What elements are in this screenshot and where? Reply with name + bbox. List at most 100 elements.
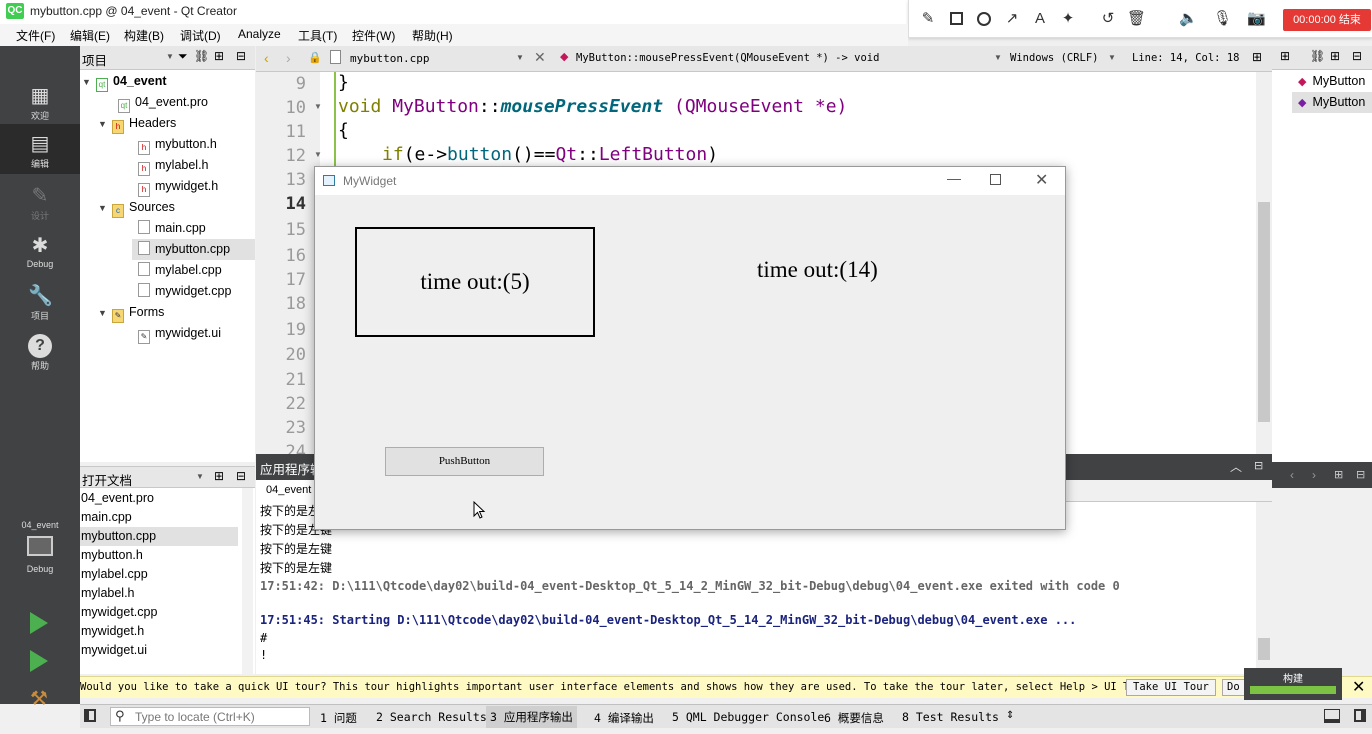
list-item[interactable]: mywidget.cpp [80, 603, 238, 622]
pane-compile-output[interactable]: 4 编译输出 [594, 710, 654, 726]
trash-icon[interactable]: 🗑 [1127, 10, 1146, 28]
rect-icon[interactable] [947, 10, 965, 28]
tree-item-sources[interactable]: ▼ c Sources [98, 197, 175, 218]
menu-analyze[interactable]: Analyze [238, 27, 281, 41]
mode-edit[interactable]: ▤ 编辑 [0, 124, 80, 174]
list-item[interactable]: main.cpp [80, 508, 238, 527]
close-pane-icon[interactable]: ⊟ [1254, 459, 1263, 472]
menu-edit[interactable]: 编辑(E) [70, 27, 110, 44]
kit-selector[interactable]: 04_event Debug [0, 520, 80, 574]
vertical-scrollbar[interactable] [1256, 502, 1272, 674]
close-pane-icon[interactable]: ⊟ [236, 469, 246, 483]
toggle-right-sidebar-icon[interactable] [1354, 709, 1366, 722]
link-icon[interactable]: ⛓ [194, 49, 209, 63]
menu-help[interactable]: 帮助(H) [412, 27, 453, 44]
split-icon[interactable]: ⊞ [1330, 49, 1340, 63]
expand-arrow-icon[interactable]: ▼ [98, 303, 112, 324]
tab-output-04-event[interactable]: 04_event [256, 480, 322, 502]
arrow-icon[interactable]: ↗ [1003, 10, 1021, 28]
expand-arrow-icon[interactable]: ▼ [82, 72, 96, 93]
menu-debug[interactable]: 调试(D) [180, 27, 221, 44]
up-down-arrows-icon[interactable]: ⇕ [1006, 710, 1014, 721]
pencil-icon[interactable]: ✎ [919, 10, 937, 28]
chevron-down-icon[interactable]: ▼ [1108, 53, 1116, 62]
mode-welcome[interactable]: ▦ 欢迎 [0, 76, 80, 126]
tree-item-file[interactable]: h mylabel.h [138, 155, 209, 176]
list-item[interactable]: 04_event.pro [80, 489, 238, 508]
prev-icon[interactable]: ‹ [1290, 468, 1294, 482]
fold-arrow-icon[interactable]: ▼ [314, 150, 322, 159]
line-ending-combo[interactable]: Windows (CRLF) [1010, 52, 1099, 64]
split-icon[interactable]: ⊞ [1334, 468, 1343, 481]
link-icon[interactable]: ⛓ [1310, 49, 1325, 63]
split-icon[interactable]: ⊞ [1252, 50, 1262, 64]
maximize-icon[interactable] [990, 174, 1001, 185]
toggle-sidebar-icon[interactable] [84, 709, 96, 722]
pane-general-messages[interactable]: 6 概要信息 [824, 710, 884, 726]
chevron-down-icon[interactable]: ▼ [516, 53, 524, 62]
back-icon[interactable]: ‹ [264, 50, 269, 66]
tree-item-file[interactable]: ✎ mywidget.ui [138, 323, 221, 344]
split-icon[interactable]: ⊞ [214, 469, 224, 483]
take-ui-tour-button[interactable]: Take UI Tour [1126, 679, 1216, 696]
locate-field[interactable]: ⚲ Type to locate (Ctrl+K) [110, 707, 310, 726]
tree-item-file-selected[interactable]: mybutton.cpp [132, 239, 255, 260]
expand-arrow-icon[interactable]: ▼ [98, 198, 112, 219]
speaker-icon[interactable]: 🔈 [1179, 10, 1198, 28]
menu-tools[interactable]: 工具(T) [298, 27, 337, 44]
menu-build[interactable]: 构建(B) [124, 27, 164, 44]
close-icon[interactable]: ✕ [1352, 677, 1365, 697]
tree-item-project[interactable]: ▼ qt 04_event [80, 71, 255, 92]
tree-item-file[interactable]: mylabel.cpp [138, 260, 222, 281]
pane-search-results[interactable]: 2 Search Results [376, 710, 487, 724]
push-button[interactable]: PushButton [385, 447, 544, 476]
timer-label-1[interactable]: time out:(5) [355, 227, 595, 337]
cursor-position[interactable]: Line: 14, Col: 18 [1132, 52, 1239, 64]
symbol-combo[interactable]: MyButton::mousePressEvent(QMouseEvent *)… [576, 52, 879, 64]
magic-icon[interactable]: ✦ [1059, 10, 1077, 28]
expand-arrow-icon[interactable]: ▼ [98, 114, 112, 135]
vertical-scrollbar[interactable] [1256, 72, 1272, 454]
tree-item-file[interactable]: main.cpp [138, 218, 206, 239]
tree-item-file[interactable]: h mybutton.h [138, 134, 217, 155]
list-item[interactable]: mywidget.h [80, 622, 238, 641]
close-icon[interactable]: ✕ [1035, 170, 1048, 190]
tree-item-file[interactable]: h mywidget.h [138, 176, 218, 197]
pane-test-results[interactable]: 8 Test Results [902, 710, 999, 724]
menu-controls[interactable]: 控件(W) [352, 27, 395, 44]
mic-icon[interactable]: 🎙 [1213, 10, 1232, 28]
tree-item-file[interactable]: mywidget.cpp [138, 281, 231, 302]
menu-file[interactable]: 文件(F) [16, 27, 55, 44]
split-icon[interactable]: ⊞ [1280, 49, 1290, 63]
close-pane-icon[interactable]: ⊟ [1356, 468, 1365, 481]
recording-stop-button[interactable]: 00:00:00 结束 [1283, 9, 1371, 31]
undo-icon[interactable]: ↺ [1099, 10, 1117, 28]
mode-help[interactable]: ? 帮助 [0, 326, 80, 376]
list-item[interactable]: mywidget.ui [80, 641, 238, 660]
filter-icon[interactable]: ⏷ [178, 49, 188, 64]
chevron-down-icon[interactable]: ▼ [994, 53, 1002, 62]
chevron-down-icon[interactable]: ▼ [166, 52, 174, 61]
list-item[interactable]: mybutton.h [80, 546, 238, 565]
next-icon[interactable]: › [1312, 468, 1316, 482]
outline-item[interactable]: ◆ MyButton [1298, 71, 1365, 92]
tree-item-headers[interactable]: ▼ h Headers [98, 113, 176, 134]
scrollbar[interactable] [242, 488, 253, 674]
close-pane-icon[interactable]: ⊟ [236, 49, 246, 63]
build-hammer-icon[interactable]: ⚒ [30, 686, 48, 711]
run-icon[interactable] [30, 612, 48, 634]
text-icon[interactable]: A [1031, 10, 1049, 28]
list-item[interactable]: mylabel.cpp [80, 565, 238, 584]
maximize-panel-icon[interactable]: ︿ [1230, 458, 1242, 475]
close-pane-icon[interactable]: ⊟ [1352, 49, 1362, 63]
close-file-icon[interactable]: ✕ [534, 49, 546, 66]
list-item-selected[interactable]: mybutton.cpp [80, 527, 238, 546]
outline-item-selected[interactable]: ◆ MyButton [1292, 92, 1372, 113]
output-toggle-icon[interactable] [1324, 709, 1340, 723]
camera-icon[interactable]: 📷 [1247, 10, 1266, 28]
tree-item-forms[interactable]: ▼ ✎ Forms [98, 302, 164, 323]
debug-run-icon[interactable] [30, 650, 48, 672]
split-icon[interactable]: ⊞ [214, 49, 224, 63]
circle-icon[interactable] [975, 10, 993, 28]
chevron-down-icon[interactable]: ▼ [196, 472, 204, 481]
